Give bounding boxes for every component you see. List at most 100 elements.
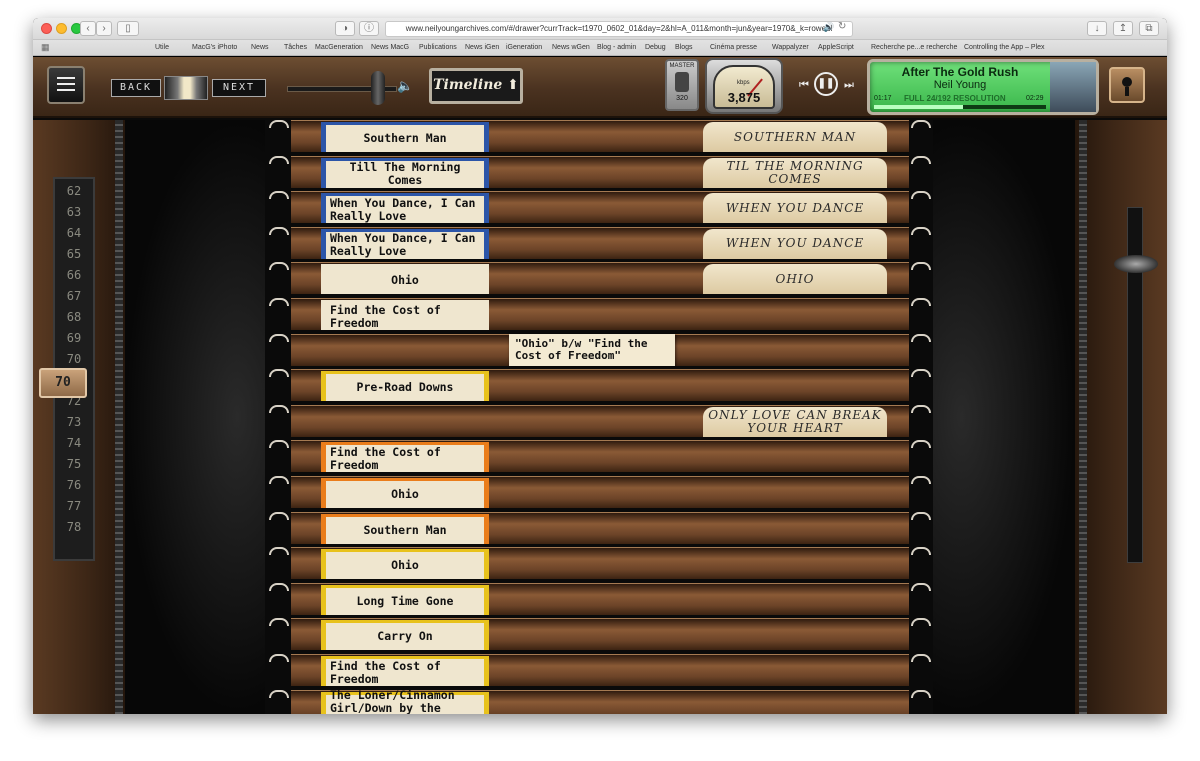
track-tab[interactable]: Southern Man	[321, 513, 489, 544]
grid-icon[interactable]: ▦	[41, 40, 50, 55]
bookmark-item[interactable]: News MacG	[371, 40, 409, 55]
volume-knob[interactable]	[371, 71, 385, 105]
drawer-row[interactable]: Long Time Gone	[269, 581, 931, 615]
track-tab[interactable]: Long Time Gone	[321, 584, 489, 615]
bookmark-item[interactable]: Blogs	[675, 40, 693, 55]
track-tab[interactable]: Carry On	[321, 620, 489, 651]
year-dial-item[interactable]: 75	[55, 454, 93, 475]
progress-track[interactable]	[874, 105, 1046, 109]
year-dial-item[interactable]: 74	[55, 433, 93, 454]
bookmark-item[interactable]: Publications	[419, 40, 457, 55]
drawer-row[interactable]: Find the Cost of Freedom	[269, 438, 931, 473]
drawer-row[interactable]: When You Dance, I Can Really Love WHEN YO…	[269, 189, 931, 224]
master-switch[interactable]: MASTER 320	[665, 59, 699, 111]
drawer-row[interactable]: ONLY LOVE CAN BREAK YOUR HEART	[269, 403, 931, 437]
bookmark-item[interactable]: Debug	[645, 40, 666, 55]
next-button[interactable]: NEXT	[212, 79, 266, 97]
handwritten-tab[interactable]: SOUTHERN MAN	[703, 122, 887, 152]
drawer-row[interactable]: Till The Morning Comes TIL THE MORNING CO…	[269, 154, 931, 188]
year-dial-item[interactable]: 78	[55, 517, 93, 538]
year-dial-item[interactable]: 73	[55, 412, 93, 433]
timeline-button[interactable]: Timeline ⬆	[429, 68, 523, 104]
minimize-window-button[interactable]	[56, 23, 67, 34]
track-tab[interactable]: Pre-Road Downs	[321, 371, 489, 402]
bookmark-item[interactable]: Recherche pe...e recherche	[871, 40, 957, 55]
reader-toggle-icon[interactable]: ◑	[335, 21, 355, 36]
drawer-row[interactable]: Southern Man	[269, 510, 931, 544]
drawer-row[interactable]: When You Dance, I Can Really Love WHEN YO…	[269, 225, 931, 259]
track-tab[interactable]: Ohio	[321, 264, 489, 295]
address-bar[interactable]: www.neilyoungarchives.com/#/drawer?currT…	[385, 21, 853, 37]
bookmark-item[interactable]: Cinéma presse	[710, 40, 757, 55]
track-tab[interactable]: The Loner/Cinnamon Girl/Down by the Rive…	[321, 688, 489, 714]
bookmark-item[interactable]: MacG's iPhoto	[192, 40, 237, 55]
tabs-icon[interactable]: ⧉	[1139, 21, 1159, 36]
close-window-button[interactable]	[41, 23, 52, 34]
track-tab[interactable]: Ohio	[321, 478, 489, 508]
next-track-icon[interactable]: ⏭	[844, 79, 854, 92]
vertical-scroll-knob[interactable]	[1114, 255, 1158, 273]
year-dial-item[interactable]: 63	[55, 202, 93, 223]
back-next-toggle[interactable]	[164, 76, 208, 100]
drawer-row[interactable]: Ohio	[269, 545, 931, 580]
year-dial-item[interactable]: 65	[55, 244, 93, 265]
bookmark-item[interactable]: Tâches	[284, 40, 307, 55]
drawer-row[interactable]: The Loner/Cinnamon Girl/Down by the Rive…	[269, 688, 931, 714]
bookmark-item[interactable]: MacGeneration	[315, 40, 363, 55]
track-tab[interactable]: When You Dance, I Can Really Love	[321, 193, 489, 224]
year-dial-item[interactable]: 68	[55, 307, 93, 328]
bookmark-item[interactable]: News iGen	[465, 40, 499, 55]
back-arrow-icon[interactable]: ‹	[80, 21, 96, 36]
year-dial-item[interactable]: 67	[55, 286, 93, 307]
pause-button[interactable]: ❚❚	[814, 72, 838, 96]
info-icon[interactable]: ⓘ	[359, 21, 379, 36]
drawer-row[interactable]: Carry On	[269, 616, 931, 651]
track-tab[interactable]: Ohio	[321, 549, 489, 580]
handwritten-tab[interactable]: TIL THE MORNING COMES	[703, 157, 887, 188]
bookmark-item[interactable]: News wGen	[552, 40, 590, 55]
year-dial-item[interactable]: 62	[55, 181, 93, 202]
drawer-row[interactable]: Ohio	[269, 474, 931, 508]
track-tab[interactable]: Find the Cost of Freedom	[321, 656, 489, 686]
year-dial-item[interactable]: 70	[55, 349, 93, 370]
drawer-row[interactable]: Pre-Road Downs	[269, 367, 931, 402]
handwritten-tab[interactable]: OHIO	[703, 264, 887, 295]
forward-arrow-icon[interactable]: ›	[96, 21, 112, 36]
handwritten-tab[interactable]: WHEN YOU DANCE	[703, 193, 887, 224]
menu-button[interactable]	[47, 66, 85, 104]
track-tab[interactable]: When You Dance, I Can Really Love	[321, 228, 489, 259]
bookmark-item[interactable]: AppleScript	[818, 40, 854, 55]
year-dial-selected[interactable]: 70	[39, 368, 87, 398]
year-dial-item[interactable]: 64	[55, 223, 93, 244]
handwritten-tab[interactable]: ONLY LOVE CAN BREAK YOUR HEART	[703, 406, 887, 437]
track-tab[interactable]: Till The Morning Comes	[321, 157, 489, 188]
share-icon[interactable]: ↥	[1113, 21, 1133, 36]
drawer-row[interactable]: Ohio OHIO	[269, 260, 931, 295]
reload-icon[interactable]: ↻	[838, 21, 846, 32]
previous-track-icon[interactable]: ⏮	[799, 79, 809, 92]
bookmark-item[interactable]: News	[251, 40, 269, 55]
sound-icon[interactable]: 🔊	[823, 22, 834, 33]
bookmark-item[interactable]: iGeneration	[506, 40, 542, 55]
bookmark-item[interactable]: Utile	[155, 40, 169, 55]
drawer-row[interactable]: Southern Man SOUTHERN MAN	[269, 120, 931, 152]
track-tab[interactable]: Find the Cost of Freedom	[321, 300, 489, 330]
bookmark-item[interactable]: Blog - admin	[597, 40, 636, 55]
bookmark-item[interactable]: Controlling the App – Plex	[964, 40, 1045, 55]
release-note[interactable]: "Ohio" b/w "Find the Cost of Freedom"	[509, 333, 675, 366]
bookmark-item[interactable]: Wappalyzer	[772, 40, 809, 55]
back-button[interactable]: BACK	[111, 79, 161, 97]
year-dial-item[interactable]: 76	[55, 475, 93, 496]
year-dial-item[interactable]: 69	[55, 328, 93, 349]
track-tab[interactable]: Find the Cost of Freedom	[321, 442, 489, 473]
year-dial-item[interactable]: 77	[55, 496, 93, 517]
drawer-row[interactable]: Find the Cost of Freedom	[269, 652, 931, 686]
track-tab[interactable]: Southern Man	[321, 122, 489, 152]
sidebar-icon[interactable]: ▯	[117, 21, 139, 36]
keyhole-lock-icon[interactable]	[1109, 67, 1145, 103]
drawer-row[interactable]: "Ohio" b/w "Find the Cost of Freedom"	[269, 332, 931, 366]
drawer-row[interactable]: Find the Cost of Freedom	[269, 296, 931, 330]
download-icon[interactable]: ↓	[1087, 21, 1107, 36]
handwritten-tab[interactable]: WHEN YOU DANCE	[703, 228, 887, 259]
year-dial-item[interactable]: 66	[55, 265, 93, 286]
